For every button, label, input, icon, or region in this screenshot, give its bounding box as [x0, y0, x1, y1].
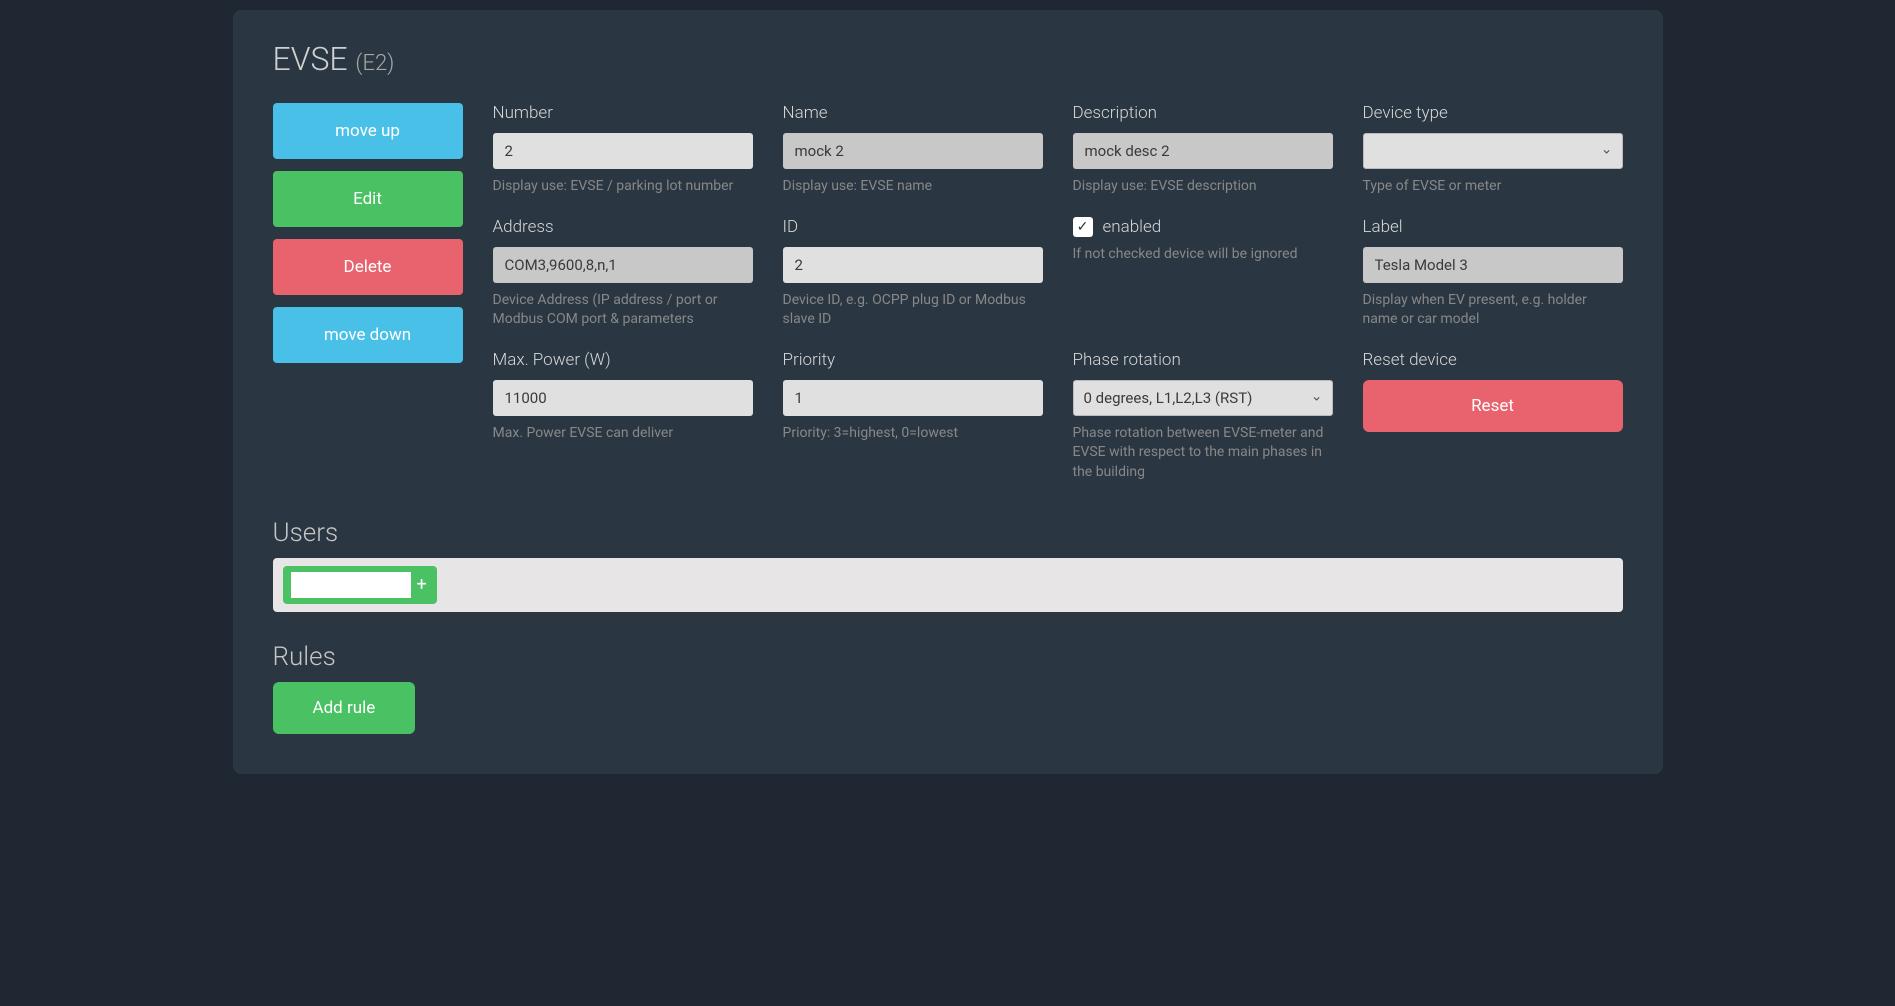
number-label: Number — [493, 103, 753, 123]
reset-button[interactable]: Reset — [1363, 380, 1623, 432]
priority-help: Priority: 3=highest, 0=lowest — [783, 424, 1043, 444]
field-label: Label Display when EV present, e.g. hold… — [1363, 217, 1623, 330]
label-label: Label — [1363, 217, 1623, 237]
field-number: Number Display use: EVSE / parking lot n… — [493, 103, 753, 197]
move-down-button[interactable]: move down — [273, 307, 463, 363]
reset-label: Reset device — [1363, 350, 1623, 370]
main-grid: move up Edit Delete move down Number Dis… — [273, 103, 1623, 483]
field-description: Description Display use: EVSE descriptio… — [1073, 103, 1333, 197]
users-bar: + — [273, 558, 1623, 612]
name-input[interactable] — [783, 133, 1043, 169]
field-phase-rotation: Phase rotation 0 degrees, L1,L2,L3 (RST)… — [1073, 350, 1333, 483]
user-add-button[interactable]: + — [415, 574, 429, 595]
field-enabled: ✓ enabled If not checked device will be … — [1073, 217, 1333, 330]
name-help: Display use: EVSE name — [783, 177, 1043, 197]
id-help: Device ID, e.g. OCPP plug ID or Modbus s… — [783, 291, 1043, 330]
title-text: EVSE — [273, 40, 348, 78]
address-input[interactable] — [493, 247, 753, 283]
device-type-help: Type of EVSE or meter — [1363, 177, 1623, 197]
max-power-input[interactable] — [493, 380, 753, 416]
field-max-power: Max. Power (W) Max. Power EVSE can deliv… — [493, 350, 753, 483]
enabled-checkbox[interactable]: ✓ — [1073, 217, 1093, 237]
max-power-label: Max. Power (W) — [493, 350, 753, 370]
description-help: Display use: EVSE description — [1073, 177, 1333, 197]
field-address: Address Device Address (IP address / por… — [493, 217, 753, 330]
action-buttons: move up Edit Delete move down — [273, 103, 463, 483]
field-priority: Priority Priority: 3=highest, 0=lowest — [783, 350, 1043, 483]
label-help: Display when EV present, e.g. holder nam… — [1363, 291, 1623, 330]
move-up-button[interactable]: move up — [273, 103, 463, 159]
id-input[interactable] — [783, 247, 1043, 283]
phase-rotation-label: Phase rotation — [1073, 350, 1333, 370]
enabled-checkbox-row: ✓ enabled — [1073, 217, 1333, 237]
edit-button[interactable]: Edit — [273, 171, 463, 227]
enabled-help: If not checked device will be ignored — [1073, 245, 1333, 265]
number-help: Display use: EVSE / parking lot number — [493, 177, 753, 197]
max-power-help: Max. Power EVSE can deliver — [493, 424, 753, 444]
device-type-select[interactable] — [1363, 133, 1623, 169]
user-add-input[interactable] — [291, 572, 411, 598]
field-id: ID Device ID, e.g. OCPP plug ID or Modbu… — [783, 217, 1043, 330]
id-label: ID — [783, 217, 1043, 237]
rules-title: Rules — [273, 642, 1623, 672]
field-name: Name Display use: EVSE name — [783, 103, 1043, 197]
address-label: Address — [493, 217, 753, 237]
add-rule-button[interactable]: Add rule — [273, 682, 416, 734]
panel-title: EVSE (E2) — [273, 40, 1623, 78]
field-device-type: Device type Type of EVSE or meter — [1363, 103, 1623, 197]
device-type-label: Device type — [1363, 103, 1623, 123]
field-reset: Reset device Reset — [1363, 350, 1623, 483]
form-grid: Number Display use: EVSE / parking lot n… — [493, 103, 1623, 483]
label-input[interactable] — [1363, 247, 1623, 283]
priority-label: Priority — [783, 350, 1043, 370]
enabled-label: enabled — [1103, 217, 1162, 237]
address-help: Device Address (IP address / port or Mod… — [493, 291, 753, 330]
delete-button[interactable]: Delete — [273, 239, 463, 295]
name-label: Name — [783, 103, 1043, 123]
description-input[interactable] — [1073, 133, 1333, 169]
user-add-group: + — [283, 566, 437, 604]
users-title: Users — [273, 518, 1623, 548]
description-label: Description — [1073, 103, 1333, 123]
priority-input[interactable] — [783, 380, 1043, 416]
title-subtitle: (E2) — [355, 51, 394, 76]
number-input[interactable] — [493, 133, 753, 169]
phase-rotation-help: Phase rotation between EVSE-meter and EV… — [1073, 424, 1333, 483]
phase-rotation-select[interactable]: 0 degrees, L1,L2,L3 (RST) — [1073, 380, 1333, 416]
evse-panel: EVSE (E2) move up Edit Delete move down … — [233, 10, 1663, 774]
